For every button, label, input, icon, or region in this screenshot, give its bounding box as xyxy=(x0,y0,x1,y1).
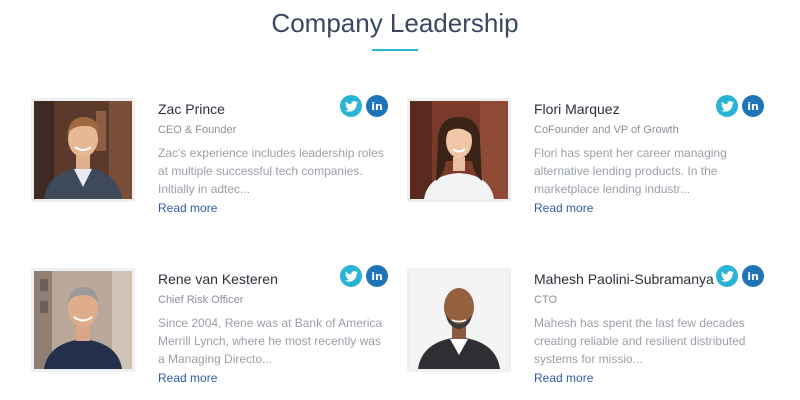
section-title: Company Leadership xyxy=(271,8,519,38)
read-more-link[interactable]: Read more xyxy=(534,201,593,215)
title-underline xyxy=(372,49,418,51)
leader-info: Zac Prince CEO & Founder Zac's experienc… xyxy=(158,95,388,217)
linkedin-glyph: in xyxy=(747,99,759,113)
read-more-link[interactable]: Read more xyxy=(534,371,593,385)
linkedin-icon[interactable]: in xyxy=(742,95,764,117)
linkedin-icon[interactable]: in xyxy=(366,95,388,117)
leader-role: CTO xyxy=(534,294,558,306)
leader-bio: Since 2004, Rene was at Bank of America … xyxy=(158,316,383,366)
twitter-icon[interactable] xyxy=(340,95,362,117)
twitter-icon[interactable] xyxy=(716,95,738,117)
leader-bio: Flori has spent her career managing alte… xyxy=(534,146,727,196)
leader-card-flori-marquez: Flori Marquez CoFounder and VP of Growth… xyxy=(407,95,777,218)
leader-photo xyxy=(410,271,508,369)
social-links: in xyxy=(716,265,764,287)
leader-photo xyxy=(34,271,132,369)
leader-role: CoFounder and VP of Growth xyxy=(534,124,679,136)
social-links: in xyxy=(340,95,388,117)
twitter-icon[interactable] xyxy=(340,265,362,287)
leader-photo-frame xyxy=(31,98,135,202)
leader-info: Rene van Kesteren Chief Risk Officer Sin… xyxy=(158,265,388,387)
read-more-link[interactable]: Read more xyxy=(158,371,217,385)
linkedin-glyph: in xyxy=(747,269,759,283)
leader-bio: Zac's experience includes leadership rol… xyxy=(158,146,384,196)
linkedin-glyph: in xyxy=(371,99,383,113)
leadership-page: Company Leadership Zac Prince CEO & Foun… xyxy=(0,0,800,400)
leader-info: Flori Marquez CoFounder and VP of Growth… xyxy=(534,95,764,217)
leader-card-zac-prince: Zac Prince CEO & Founder Zac's experienc… xyxy=(31,95,401,218)
twitter-icon[interactable] xyxy=(716,265,738,287)
leader-info: Mahesh Paolini-Subramanya CTO Mahesh has… xyxy=(534,265,764,387)
linkedin-icon[interactable]: in xyxy=(742,265,764,287)
leader-photo-frame xyxy=(407,268,511,372)
leader-card-mahesh-paolini-subramanya: Mahesh Paolini-Subramanya CTO Mahesh has… xyxy=(407,265,777,388)
leader-bio: Mahesh has spent the last few decades cr… xyxy=(534,316,746,366)
social-links: in xyxy=(716,95,764,117)
linkedin-glyph: in xyxy=(371,269,383,283)
leader-card-rene-van-kesteren: Rene van Kesteren Chief Risk Officer Sin… xyxy=(31,265,401,388)
leader-role: Chief Risk Officer xyxy=(158,294,244,306)
leader-role: CEO & Founder xyxy=(158,124,237,136)
leader-photo xyxy=(410,101,508,199)
leader-photo-frame xyxy=(407,98,511,202)
read-more-link[interactable]: Read more xyxy=(158,201,217,215)
leader-photo xyxy=(34,101,132,199)
leader-photo-frame xyxy=(31,268,135,372)
linkedin-icon[interactable]: in xyxy=(366,265,388,287)
social-links: in xyxy=(340,265,388,287)
